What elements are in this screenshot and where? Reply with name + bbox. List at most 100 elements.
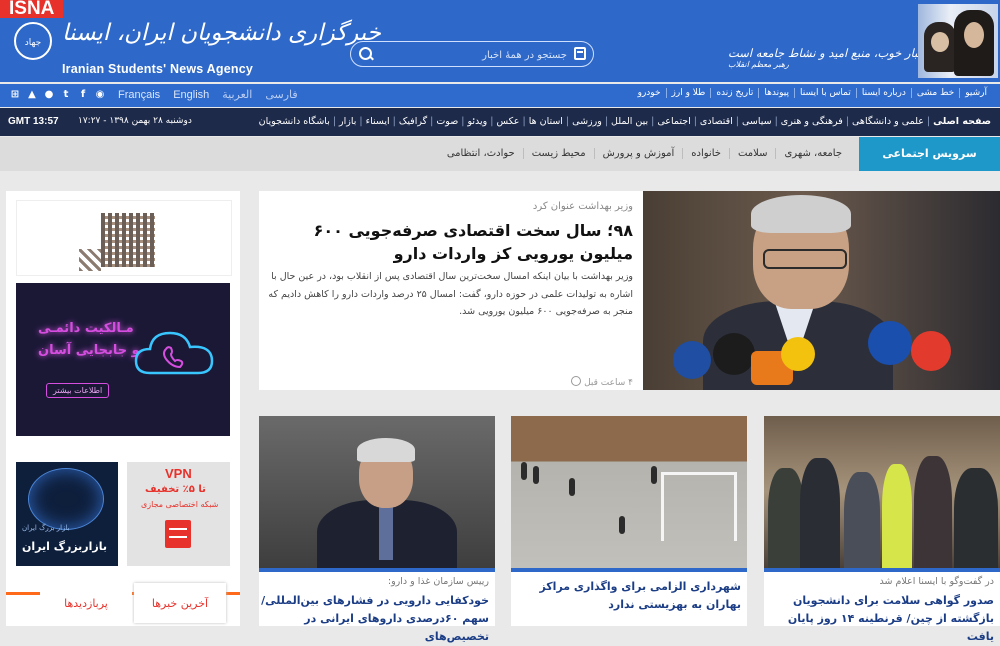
apple-icon[interactable]: ● <box>44 89 54 100</box>
twitter-icon[interactable]: t <box>61 89 71 100</box>
nav-sports[interactable]: ورزشی <box>569 116 605 127</box>
lead-story-image[interactable] <box>643 191 1000 390</box>
link-gold-currency[interactable]: طلا و ارز <box>665 88 711 98</box>
soccer-goal <box>661 472 737 541</box>
link-links[interactable]: پیوندها <box>758 88 794 98</box>
microphone <box>673 341 711 379</box>
brand-name-en[interactable]: Iranian Students' News Agency <box>62 62 253 76</box>
news-card-image[interactable] <box>511 416 747 568</box>
subnav-health[interactable]: سلامت <box>728 148 776 159</box>
facebook-icon[interactable]: f <box>78 89 88 100</box>
person-figure <box>800 458 840 568</box>
tab-most-viewed[interactable]: پربازدیدها <box>40 583 132 623</box>
lead-story-time: ۴ ساعت قبل <box>571 376 633 388</box>
person-figure <box>521 462 527 480</box>
subnav-education[interactable]: آموزش و پرورش <box>593 148 683 159</box>
lang-arabic[interactable]: العربية <box>222 88 252 101</box>
tab-latest-news[interactable]: آخرین خبرها <box>134 583 226 623</box>
person-figure <box>882 464 912 568</box>
iran-bazaar-ad[interactable]: بازار بزرگ ایران بازاربزرگ ایران <box>16 462 118 566</box>
subnav-family[interactable]: خانواده <box>682 148 729 159</box>
main-navigation: GMT 13:57 دوشنبه ۲۸ بهمن ۱۳۹۸ - ۱۷:۲۷ صف… <box>0 108 1000 136</box>
windows-icon[interactable]: ⊞ <box>10 89 20 100</box>
gmt-clock: GMT 13:57 <box>8 116 59 127</box>
brand-name-fa[interactable]: خبرگزاری دانشجویان ایران، ایسنا <box>62 20 381 46</box>
ad3-description: شبکه اختصاصی مجازی <box>141 500 219 509</box>
news-card-image[interactable] <box>259 416 495 568</box>
person-figure <box>914 456 952 568</box>
news-card-title[interactable]: صدور گواهی سلامت برای دانشجویان بازگشته … <box>766 592 994 646</box>
nav-science[interactable]: علمی و دانشگاهی <box>849 116 927 127</box>
microphone <box>781 337 815 371</box>
link-about[interactable]: درباره ایسنا <box>855 88 911 98</box>
link-car[interactable]: خودرو <box>633 88 666 98</box>
lang-persian[interactable]: فارسی <box>265 88 297 101</box>
qr-pattern <box>79 249 101 271</box>
person-figure <box>533 466 539 484</box>
news-card-image[interactable] <box>764 416 1000 568</box>
news-card-category: در گفت‌وگو با ایسنا اعلام شد <box>879 576 994 587</box>
ad1-headline-2: و جابجایی آسان <box>38 343 140 358</box>
nav-market[interactable]: بازار <box>336 116 359 127</box>
nav-student-club[interactable]: باشگاه دانشجویان <box>256 116 333 127</box>
card-accent-bar <box>764 568 1000 572</box>
person-figure <box>954 468 998 568</box>
nav-culture[interactable]: فرهنگی و هنری <box>778 116 846 127</box>
news-tabs: آخرین خبرها پربازدیدها <box>6 582 240 626</box>
news-card-category: رییس سازمان غذا و دارو: <box>387 576 489 587</box>
cloud-hosting-ad[interactable]: مـالکیت دائمـی و جابجایی آسان اطلاعات بی… <box>16 283 230 436</box>
nav-provinces[interactable]: استان ها <box>526 116 566 127</box>
lead-story[interactable]: وزیر بهداشت عنوان کرد ۹۸؛ سال سخت اقتصاد… <box>259 191 1000 390</box>
person-figure <box>651 466 657 484</box>
ad1-more-info-button[interactable]: اطلاعات بیشتر <box>46 383 110 398</box>
photo-glasses <box>763 249 847 269</box>
link-contact[interactable]: تماس با ایسنا <box>793 88 856 98</box>
link-archive[interactable]: آرشیو <box>959 88 992 98</box>
nav-international[interactable]: بین الملل <box>608 116 651 127</box>
subnav-society[interactable]: جامعه، شهری <box>775 148 850 159</box>
lang-english[interactable]: English <box>173 89 209 101</box>
ad3-discount: تا ۵٪ تخفیف <box>145 484 206 495</box>
news-card-title[interactable]: شهرداری الزامی برای واگذاری مراکز بهاران… <box>513 578 741 614</box>
lead-story-title[interactable]: ۹۸؛ سال سخت اقتصادی صرفه‌جویی ۶۰۰ میلیون… <box>273 219 633 265</box>
android-icon[interactable]: ▲ <box>27 89 37 100</box>
subnav-incidents[interactable]: حوادث، انتظامی <box>439 148 523 159</box>
jahad-seal-logo[interactable]: جهاد <box>14 22 52 60</box>
subnav-environment[interactable]: محیط زیست <box>522 148 594 159</box>
nav-home[interactable]: صفحه اصلی <box>930 116 994 127</box>
link-live-history[interactable]: تاریخ زنده <box>710 88 758 98</box>
search-icon[interactable] <box>359 47 372 60</box>
search-box[interactable] <box>350 41 594 67</box>
subnav-items: جامعه، شهری سلامت خانواده آموزش و پرورش … <box>439 148 850 159</box>
top-utility-bar: ⊞ ▲ ● t f ◉ Français English العربية فار… <box>0 84 1000 107</box>
news-card-title[interactable]: خودکفایی دارویی در فشارهای بین‌المللی/ س… <box>261 592 489 646</box>
slogan: اخبار خوب، منبع امید و نشاط جامعه است <box>728 46 928 60</box>
microphone <box>713 333 755 375</box>
nav-politics[interactable]: سیاسی <box>739 116 775 127</box>
nav-graphic[interactable]: گرافیک <box>396 116 430 127</box>
clock-icon <box>571 376 582 386</box>
news-card[interactable]: در گفت‌وگو با ایسنا اعلام شد صدور گواهی … <box>764 416 1000 643</box>
calendar-icon[interactable] <box>574 47 586 60</box>
person-figure <box>569 478 575 496</box>
nav-audio[interactable]: صوت <box>433 116 461 127</box>
link-policy[interactable]: خط مشی <box>910 88 959 98</box>
tab-social-service[interactable]: سرویس اجتماعی <box>859 137 1000 171</box>
rss-icon[interactable]: ◉ <box>95 89 105 100</box>
photo-hair <box>357 438 415 462</box>
nav-economy[interactable]: اقتصادی <box>697 116 736 127</box>
search-input[interactable] <box>373 45 569 65</box>
lang-french[interactable]: Français <box>118 89 160 101</box>
news-card[interactable]: رییس سازمان غذا و دارو: خودکفایی دارویی … <box>259 416 495 643</box>
isna-badge[interactable]: ISNA <box>0 0 64 18</box>
nav-social[interactable]: اجتماعی <box>654 116 693 127</box>
ad3-vpn-label: VPN <box>165 466 192 481</box>
utility-links: آرشیو خط مشی درباره ایسنا تماس با ایسنا … <box>633 88 992 98</box>
news-card[interactable]: شهرداری الزامی برای واگذاری مراکز بهاران… <box>511 416 747 626</box>
vpn-ad[interactable]: VPN تا ۵٪ تخفیف شبکه اختصاصی مجازی <box>127 462 230 566</box>
social-and-language-links: ⊞ ▲ ● t f ◉ Français English العربية فار… <box>10 88 298 102</box>
nav-photo[interactable]: عکس <box>493 116 522 127</box>
nav-video[interactable]: ویدئو <box>464 116 490 127</box>
qr-code-banner[interactable] <box>16 200 232 276</box>
nav-isnaa[interactable]: ایسناء <box>363 116 393 127</box>
